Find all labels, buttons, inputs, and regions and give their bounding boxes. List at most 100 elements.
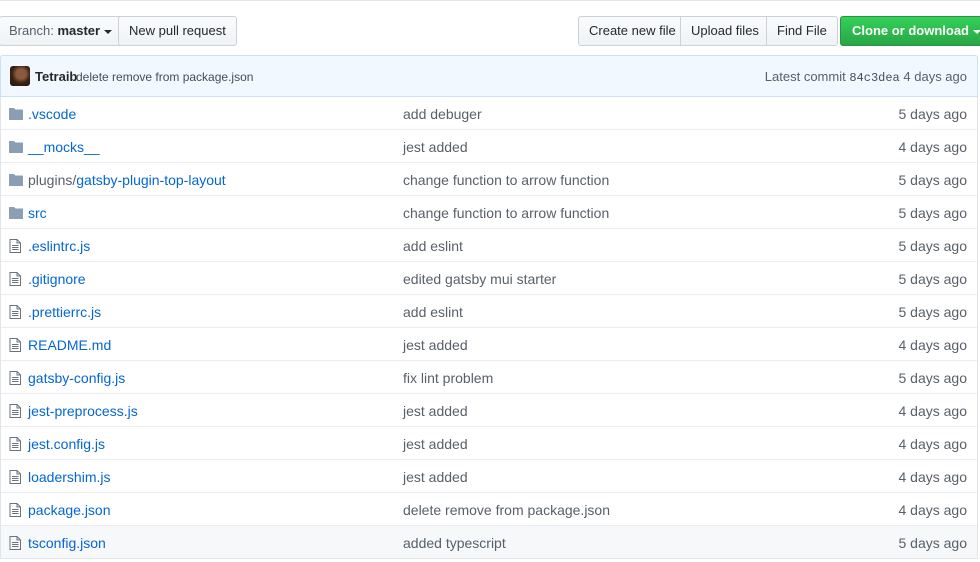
file-name: loadershim.js	[28, 469, 111, 485]
file-name: .vscode	[28, 106, 77, 122]
file-name-link[interactable]: jest-preprocess.js	[28, 403, 138, 419]
file-icon	[9, 272, 23, 286]
chevron-down-icon	[104, 29, 113, 34]
latest-commit-bar: Tetraib delete remove from package.json …	[0, 55, 978, 97]
commit-message-link[interactable]: jest added	[403, 337, 468, 353]
commit-age: 4 days ago	[898, 337, 968, 353]
find-file-button[interactable]: Find File	[766, 16, 838, 46]
file-icon	[9, 305, 23, 319]
branch-select-button[interactable]: Branch: master	[0, 16, 124, 46]
commit-message-link[interactable]: change function to arrow function	[403, 172, 609, 188]
file-name-link[interactable]: .eslintrc.js	[28, 238, 90, 254]
commit-message-link[interactable]: jest added	[403, 436, 468, 452]
file-name: gatsby-plugin-top-layout	[76, 172, 226, 188]
file-row: gatsby-config.js fix lint problem 5 days a…	[1, 361, 977, 394]
file-name-link[interactable]: .vscode	[28, 106, 76, 122]
commit-message[interactable]: delete remove from package.json	[76, 70, 253, 84]
file-icon	[9, 470, 23, 484]
commit-age: 5 days ago	[898, 304, 968, 320]
commit-age: 5 days ago	[898, 370, 968, 386]
file-icon	[9, 239, 23, 253]
file-icon	[9, 437, 23, 451]
commit-sha[interactable]: 84c3dea	[849, 71, 899, 85]
file-name: src	[28, 205, 47, 221]
commit-message-link[interactable]: jest added	[403, 403, 468, 419]
commit-message-link[interactable]: add debuger	[403, 106, 482, 122]
file-name: tsconfig.json	[28, 535, 106, 551]
commit-age: 4 days ago	[898, 469, 968, 485]
file-name-link[interactable]: __mocks__	[28, 139, 100, 155]
file-name: gatsby-config.js	[28, 370, 126, 386]
commit-message-link[interactable]: change function to arrow function	[403, 205, 609, 221]
file-row: package.json delete remove from package.j…	[1, 493, 977, 526]
file-icon	[9, 404, 23, 418]
file-navigation-toolbar: Branch: master New pull request Create n…	[0, 16, 980, 46]
file-name: package.json	[28, 502, 111, 518]
file-name-link[interactable]: .gitignore	[28, 271, 86, 287]
file-name: jest-preprocess.js	[28, 403, 138, 419]
branch-name: master	[57, 23, 101, 38]
latest-commit-label: Latest commit	[764, 69, 846, 84]
commit-age: 4 days ago	[898, 436, 968, 452]
file-row: jest-preprocess.js jest added 4 days ago	[1, 394, 977, 427]
commit-age: 5 days ago	[898, 238, 968, 254]
new-pull-request-button[interactable]: New pull request	[118, 16, 237, 46]
create-new-file-button[interactable]: Create new file	[578, 16, 687, 46]
commit-age: 4 days ago	[898, 139, 968, 155]
file-name: .eslintrc.js	[28, 238, 91, 254]
file-icon	[9, 503, 23, 517]
file-name: __mocks__	[28, 139, 100, 155]
commit-message-link[interactable]: fix lint problem	[403, 370, 493, 386]
commit-message-link[interactable]: delete remove from package.json	[403, 502, 610, 518]
commit-message-link[interactable]: jest added	[403, 469, 468, 485]
file-name: .gitignore	[28, 271, 86, 287]
file-name-link[interactable]: gatsby-config.js	[28, 370, 125, 386]
file-name-link[interactable]: tsconfig.json	[28, 535, 106, 551]
file-path-prefix: plugins/	[28, 172, 77, 188]
file-row: .vscode add debuger 5 days ago	[1, 97, 977, 130]
file-row: src change function to arrow function 5 da…	[1, 196, 977, 229]
branch-prefix: Branch:	[9, 23, 54, 38]
folder-icon	[9, 173, 23, 186]
commit-age: 5 days ago	[898, 106, 968, 122]
commit-message-link[interactable]: add eslint	[403, 304, 463, 320]
clone-or-download-button[interactable]: Clone or download	[840, 16, 980, 46]
file-icon	[9, 536, 23, 550]
file-row: plugins/gatsby-plugin-top-layout change f…	[1, 163, 977, 196]
file-row: .gitignore edited gatsby mui starter 5 day…	[1, 262, 977, 295]
file-name-link[interactable]: README.md	[28, 337, 111, 353]
commit-age: 4 days ago	[898, 403, 968, 419]
commit-message-link[interactable]: add eslint	[403, 238, 463, 254]
commit-message-link[interactable]: jest added	[403, 139, 468, 155]
file-name-link[interactable]: plugins/gatsby-plugin-top-layout	[28, 172, 226, 188]
avatar[interactable]	[10, 66, 30, 86]
commit-message-link[interactable]: edited gatsby mui starter	[403, 271, 556, 287]
file-list: .vscode add debuger 5 days ago __mocks__ jes…	[0, 97, 978, 559]
file-name-link[interactable]: package.json	[28, 502, 111, 518]
file-name: jest.config.js	[28, 436, 106, 452]
commit-age: 4 days ago	[898, 502, 968, 518]
chevron-down-icon	[973, 29, 980, 34]
commit-message-link[interactable]: added typescript	[403, 535, 506, 551]
file-name-link[interactable]: src	[28, 205, 47, 221]
file-name-link[interactable]: jest.config.js	[28, 436, 105, 452]
file-name-link[interactable]: .prettierrc.js	[28, 304, 101, 320]
file-row: .prettierrc.js add eslint 5 days ago	[1, 295, 977, 328]
commit-age: 5 days ago	[898, 172, 968, 188]
file-name-link[interactable]: loadershim.js	[28, 469, 110, 485]
commit-age: 5 days ago	[898, 535, 968, 551]
commit-age: 4 days ago	[903, 69, 967, 84]
file-icon	[9, 371, 23, 385]
file-name: .prettierrc.js	[28, 304, 102, 320]
file-row: loadershim.js jest added 4 days ago	[1, 460, 977, 493]
top-divider	[0, 0, 980, 1]
folder-icon	[9, 206, 23, 219]
file-row: jest.config.js jest added 4 days ago	[1, 427, 977, 460]
upload-files-button[interactable]: Upload files	[680, 16, 770, 46]
file-row: README.md jest added 4 days ago	[1, 328, 977, 361]
file-icon	[9, 338, 23, 352]
file-row: __mocks__ jest added 4 days ago	[1, 130, 977, 163]
commit-author[interactable]: Tetraib	[35, 69, 77, 84]
folder-icon	[9, 140, 23, 153]
file-row: .eslintrc.js add eslint 5 days ago	[1, 229, 977, 262]
